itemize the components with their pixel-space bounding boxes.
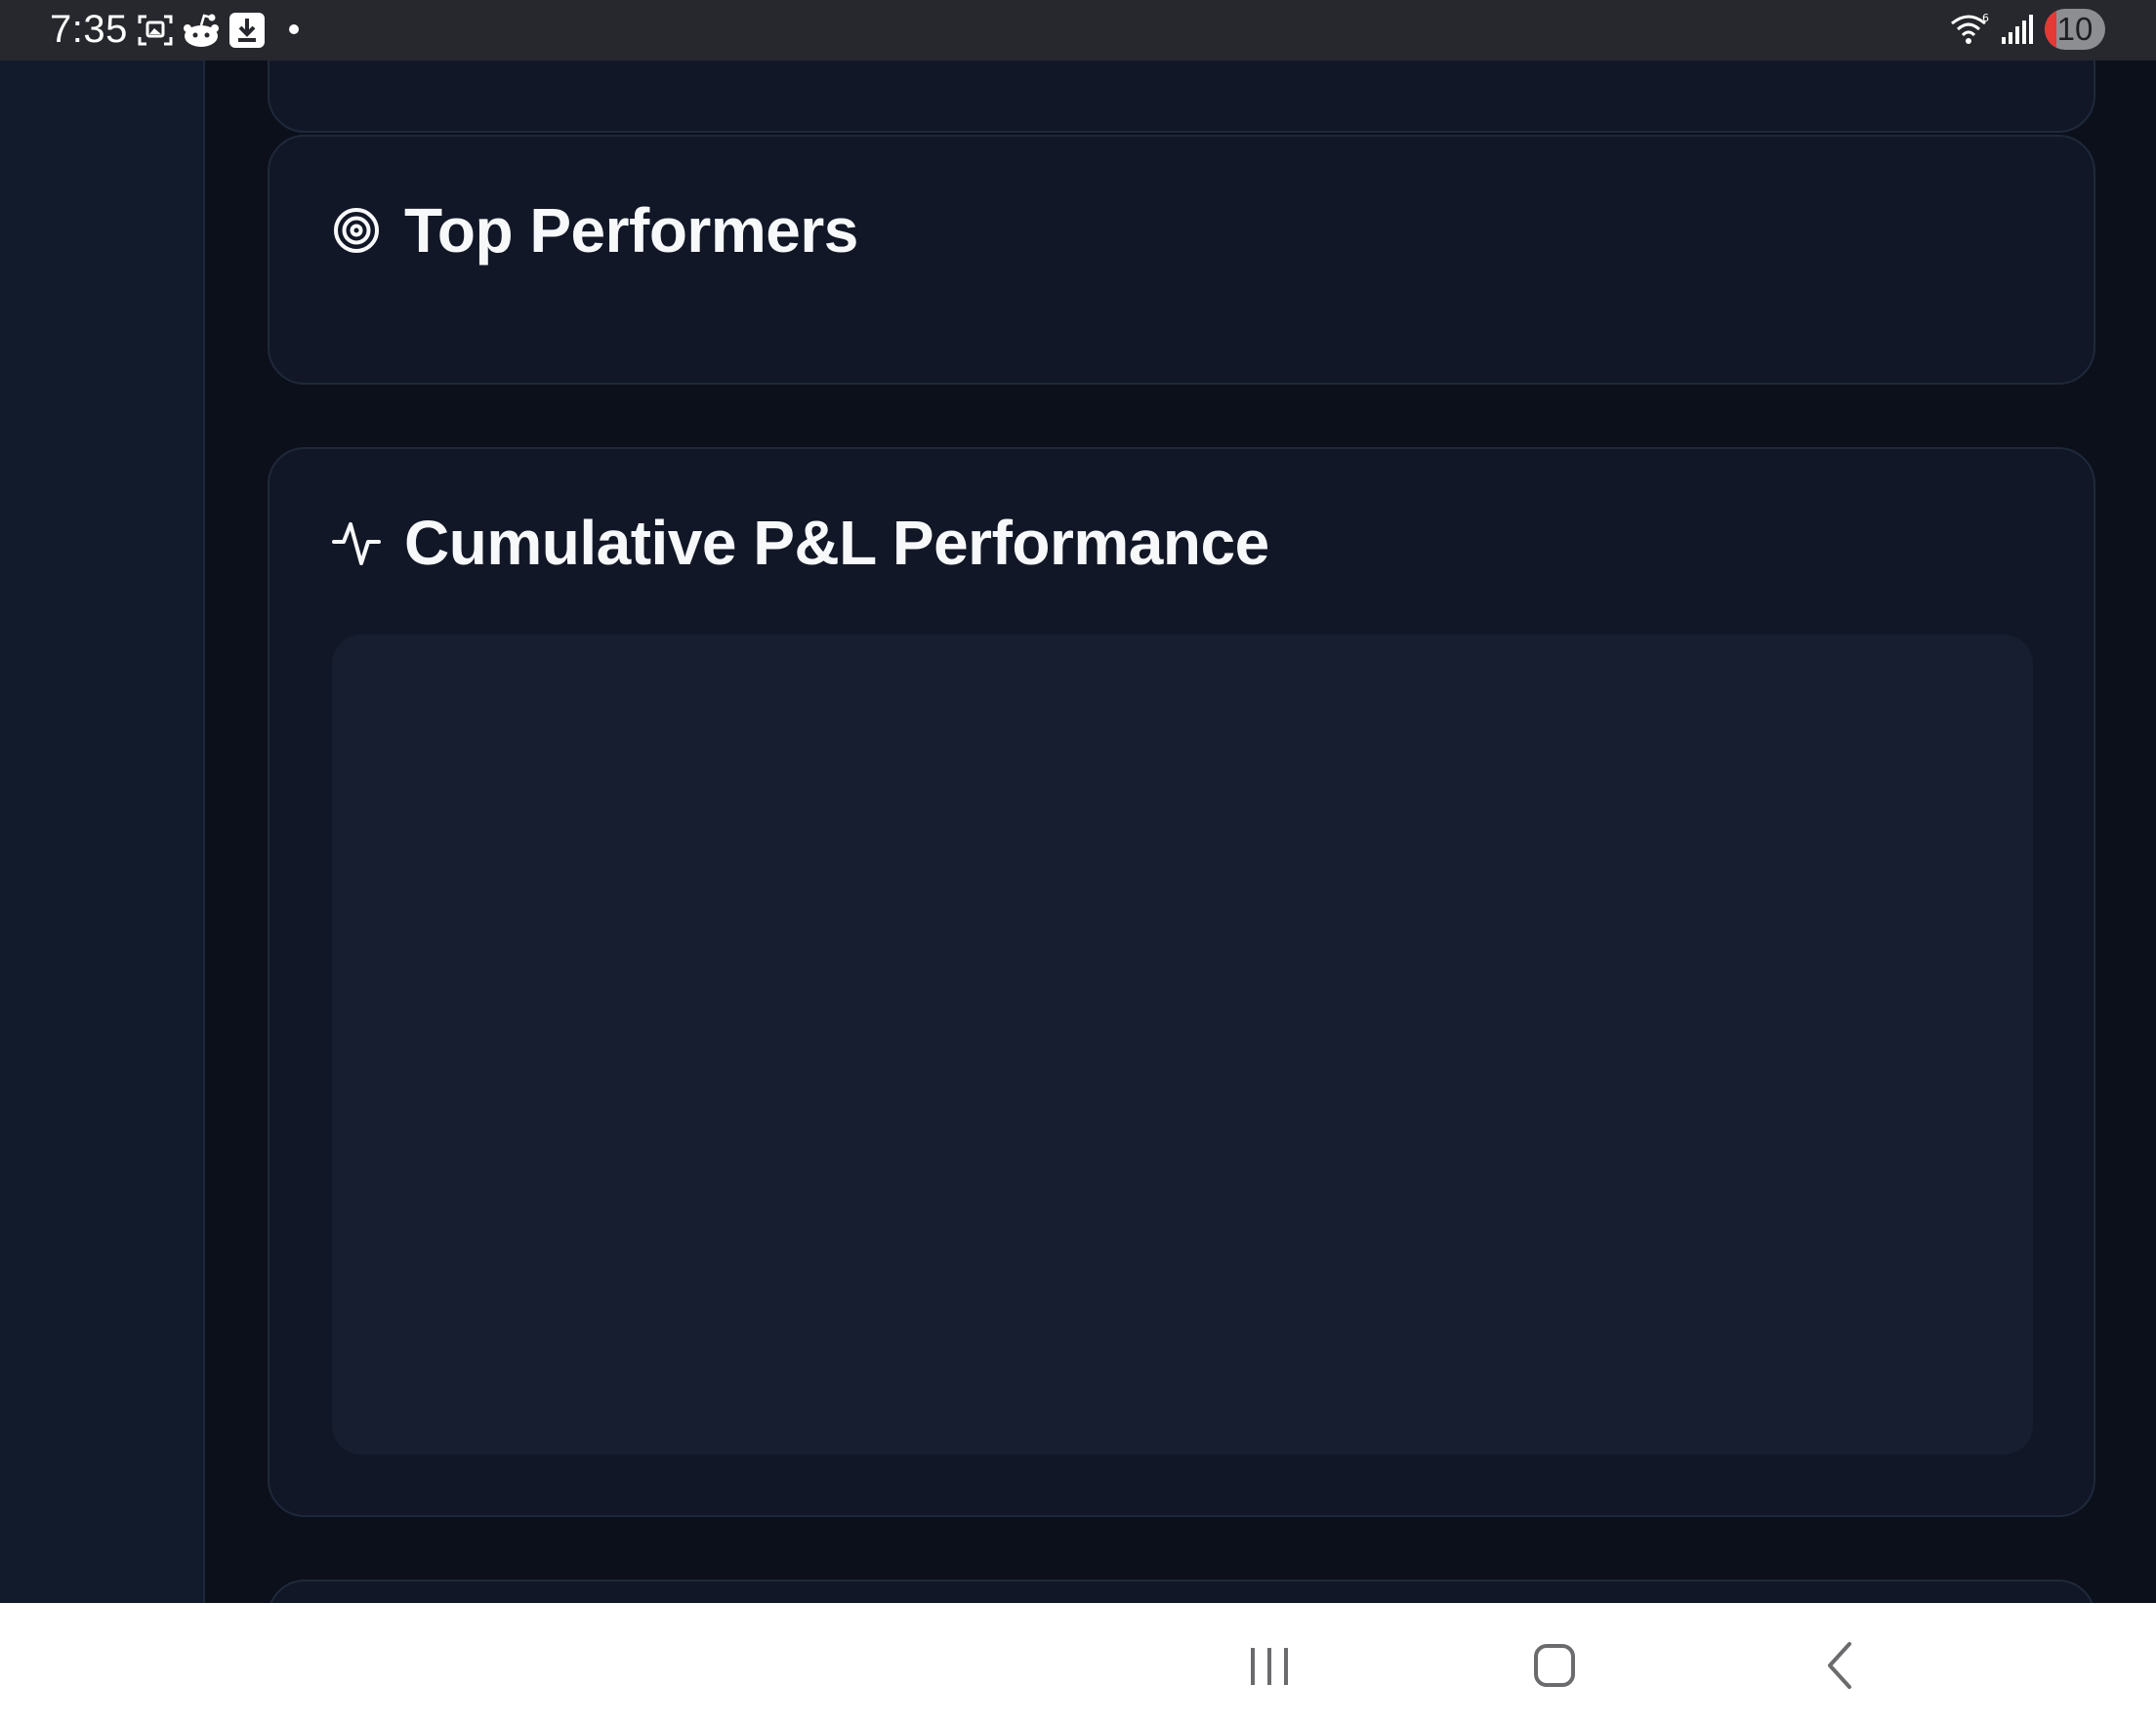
top-performers-title: Top Performers xyxy=(404,195,858,266)
sidebar xyxy=(0,61,205,1603)
top-performers-card: Top Performers xyxy=(268,135,2095,385)
notification-dot xyxy=(289,24,299,34)
target-icon xyxy=(334,208,379,253)
battery-indicator: 10 xyxy=(2045,9,2105,50)
top-performers-header: Top Performers xyxy=(332,195,858,266)
status-time: 7:35 xyxy=(50,8,128,51)
svg-text:6: 6 xyxy=(1982,12,1989,24)
activity-icon xyxy=(332,522,381,565)
download-icon xyxy=(229,13,265,48)
battery-level: 10 xyxy=(2056,11,2094,47)
wifi-icon: 6 xyxy=(1951,12,1989,44)
reddit-icon xyxy=(184,14,219,47)
signal-icon xyxy=(2002,15,2033,44)
recents-icon[interactable] xyxy=(1230,1634,1308,1697)
screenshot-icon xyxy=(138,15,173,46)
previous-card xyxy=(268,61,2095,133)
navigation-bar xyxy=(0,1603,2156,1726)
back-icon[interactable] xyxy=(1801,1634,1879,1697)
pnl-chart-area[interactable] xyxy=(332,635,2033,1455)
next-card xyxy=(268,1580,2095,1603)
cumulative-pnl-title: Cumulative P&L Performance xyxy=(404,508,1269,578)
main-content[interactable]: Top Performers Cumulative P&L Performanc… xyxy=(205,61,2156,1603)
cumulative-pnl-card: Cumulative P&L Performance xyxy=(268,447,2095,1517)
status-bar: 7:35 6 10 xyxy=(0,0,2156,61)
cumulative-pnl-header: Cumulative P&L Performance xyxy=(332,508,1269,578)
home-icon[interactable] xyxy=(1515,1634,1594,1697)
